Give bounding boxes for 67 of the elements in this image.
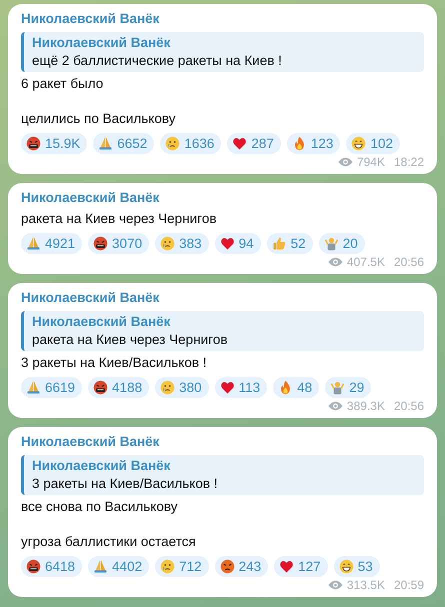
reaction-button[interactable]: 6418 bbox=[21, 556, 82, 577]
crying-face-icon bbox=[160, 236, 176, 251]
message-text: угроза баллистики остается bbox=[21, 533, 197, 551]
author-name[interactable]: Николаевский Ванёк bbox=[21, 433, 424, 451]
reaction-button[interactable]: 4188 bbox=[88, 377, 150, 398]
message-text: 3 ракеты на Киев/Васильков ! bbox=[21, 354, 208, 372]
reaction-button[interactable]: 4402 bbox=[88, 556, 150, 577]
reaction-button[interactable]: 287 bbox=[227, 133, 281, 154]
message-text: ракета на Киев через Чернигов bbox=[21, 210, 218, 228]
reaction-button[interactable]: 127 bbox=[274, 556, 328, 577]
reaction-button[interactable]: 3070 bbox=[88, 233, 150, 254]
eye-icon bbox=[328, 257, 343, 267]
message-text: целились по Василькову bbox=[21, 110, 176, 128]
reaction-button[interactable]: 6619 bbox=[21, 377, 82, 398]
reaction-button[interactable]: 383 bbox=[155, 233, 209, 254]
message-time: 20:56 bbox=[394, 255, 424, 269]
reply-quote[interactable]: Николаевский Ванёк ракета на Киев через Чернигов bbox=[21, 311, 424, 351]
reaction-button[interactable]: 20 bbox=[318, 233, 365, 254]
message-text: 6 ракет было bbox=[21, 75, 104, 93]
view-count: 407.5K bbox=[346, 255, 385, 269]
eye-icon bbox=[338, 157, 353, 167]
crying-face-icon bbox=[160, 380, 176, 395]
view-count: 313.5K bbox=[346, 578, 385, 592]
reaction-button[interactable]: 113 bbox=[214, 377, 268, 398]
reaction-button[interactable]: 29 bbox=[325, 377, 372, 398]
author-name[interactable]: Николаевский Ванёк bbox=[21, 189, 424, 207]
message-time: 20:56 bbox=[394, 399, 424, 413]
heart-icon bbox=[279, 559, 294, 574]
angry-face-icon bbox=[220, 559, 235, 574]
reaction-button[interactable]: 94 bbox=[214, 233, 261, 254]
reaction-button[interactable]: 48 bbox=[273, 377, 320, 398]
message-text: все снова по Василькову bbox=[21, 498, 178, 516]
reaction-button[interactable]: 6652 bbox=[93, 133, 154, 154]
thumbs-up-icon bbox=[272, 236, 287, 251]
eye-icon bbox=[328, 401, 343, 411]
reaction-button[interactable]: 4921 bbox=[21, 233, 82, 254]
heart-icon bbox=[220, 236, 235, 251]
reply-quote[interactable]: Николаевский Ванёк 3 ракеты на Киев/Васильков ! bbox=[21, 455, 424, 495]
shrugging-figure-icon bbox=[324, 236, 339, 251]
view-count: 794K bbox=[356, 155, 385, 169]
cursing-face-icon bbox=[93, 380, 108, 395]
reaction-button[interactable]: 102 bbox=[346, 133, 400, 154]
grinning-face-icon bbox=[338, 559, 354, 574]
reaction-button[interactable]: 1636 bbox=[160, 133, 222, 154]
cursing-face-icon bbox=[93, 236, 108, 251]
cursing-face-icon bbox=[26, 136, 41, 151]
author-name[interactable]: Николаевский Ванёк bbox=[21, 289, 424, 307]
eye-icon bbox=[328, 580, 343, 590]
reply-quote[interactable]: Николаевский Ванёк ещё 2 баллистические ракеты на Киев ! bbox=[21, 32, 424, 72]
reaction-button[interactable]: 52 bbox=[266, 233, 313, 254]
shrugging-figure-icon bbox=[330, 380, 346, 395]
cursing-face-icon bbox=[26, 559, 41, 574]
reaction-button[interactable]: 15.9K bbox=[21, 133, 88, 154]
reaction-button[interactable]: 380 bbox=[155, 377, 209, 398]
author-name[interactable]: Николаевский Ванёк bbox=[21, 10, 424, 28]
message-time: 20:59 bbox=[394, 578, 424, 592]
reaction-button[interactable]: 53 bbox=[334, 556, 380, 577]
grinning-face-icon bbox=[351, 136, 366, 151]
crying-face-icon bbox=[165, 136, 180, 151]
reaction-button[interactable]: 243 bbox=[214, 556, 268, 577]
heart-icon bbox=[220, 380, 235, 395]
message-time: 18:22 bbox=[394, 155, 424, 169]
reaction-button[interactable]: 712 bbox=[155, 556, 209, 577]
reaction-button[interactable]: 123 bbox=[286, 133, 340, 154]
heart-icon bbox=[232, 136, 248, 151]
crying-face-icon bbox=[160, 559, 176, 574]
view-count: 389.3K bbox=[346, 399, 385, 413]
